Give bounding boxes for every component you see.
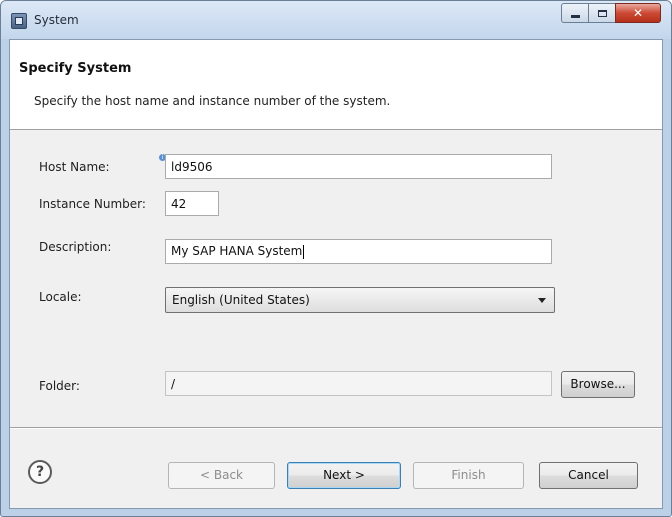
window-controls: ✕ — [561, 3, 661, 23]
text-caret — [303, 244, 305, 259]
instance-number-label: Instance Number: — [39, 197, 146, 211]
close-icon: ✕ — [632, 6, 644, 20]
browse-button[interactable]: Browse... — [561, 371, 635, 398]
maximize-button[interactable] — [588, 3, 615, 23]
title-bar[interactable]: System ✕ — [1, 1, 671, 39]
host-name-label: Host Name: — [39, 160, 110, 174]
minimize-icon — [570, 15, 580, 18]
wizard-header: Specify System Specify the host name and… — [10, 40, 662, 130]
dialog-window: System ✕ Specify System Specify the host… — [0, 0, 672, 517]
chevron-down-icon — [538, 298, 546, 303]
finish-button[interactable]: Finish — [413, 462, 524, 489]
minimize-button[interactable] — [561, 3, 588, 23]
maximize-icon — [597, 9, 607, 17]
help-icon[interactable]: ? — [28, 460, 52, 484]
cancel-button[interactable]: Cancel — [539, 462, 638, 489]
host-name-input[interactable] — [165, 154, 552, 179]
close-button[interactable]: ✕ — [615, 3, 661, 23]
back-button[interactable]: < Back — [168, 462, 275, 489]
app-window-icon — [11, 13, 27, 29]
description-label: Description: — [39, 240, 112, 254]
window-title: System — [34, 13, 79, 27]
locale-selected-value: English (United States) — [172, 293, 310, 307]
folder-label: Folder: — [39, 379, 80, 393]
button-bar-separator — [10, 427, 662, 429]
page-description: Specify the host name and instance numbe… — [34, 94, 391, 108]
description-value: My SAP HANA System — [171, 244, 303, 258]
next-button[interactable]: Next > — [287, 462, 401, 489]
dialog-content: Specify System Specify the host name and… — [9, 39, 663, 509]
instance-number-input[interactable] — [165, 191, 219, 216]
locale-label: Locale: — [39, 290, 82, 304]
description-input[interactable]: My SAP HANA System — [165, 239, 552, 264]
page-title: Specify System — [19, 61, 132, 76]
locale-select[interactable]: English (United States) — [165, 287, 555, 313]
folder-input[interactable] — [165, 371, 552, 396]
